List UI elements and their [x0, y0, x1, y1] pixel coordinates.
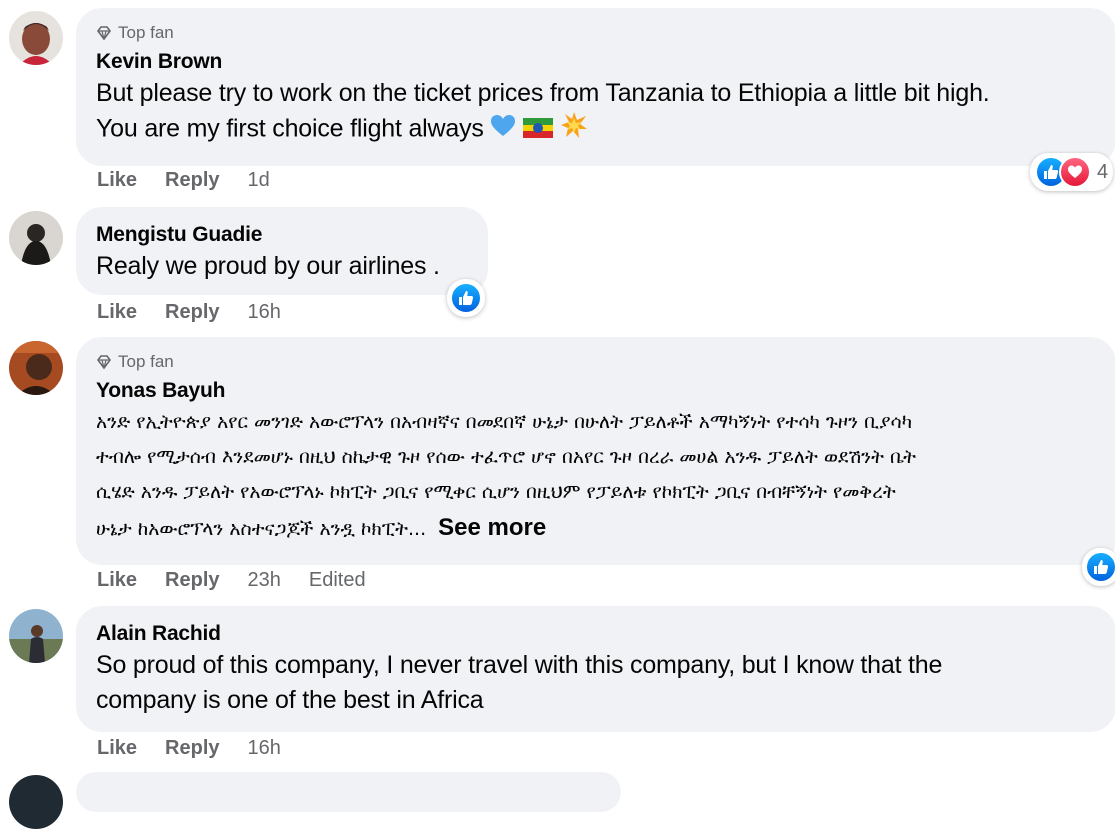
comment-line: ተብሎ የሚታሰብ እንደመሆኑ በዚህ ስኬታዊ ጉዞ የሰው ተፈጥሮ ሆኖ…: [96, 446, 916, 468]
gem-icon: [97, 26, 111, 41]
top-fan-badge: Top fan: [96, 22, 1096, 44]
see-more-link[interactable]: See more: [438, 514, 546, 541]
edited-label[interactable]: Edited: [309, 569, 366, 592]
comment-line-text: ሁኔታ ከአውሮፕላን አስተናጋጆች አንዷ ኮክፒት...: [96, 518, 427, 540]
avatar[interactable]: [9, 341, 63, 395]
reply-button[interactable]: Reply: [165, 569, 219, 592]
reaction-summary[interactable]: [1082, 548, 1115, 586]
comment-bubble: [76, 772, 621, 812]
like-button[interactable]: Like: [97, 301, 137, 324]
like-button[interactable]: Like: [97, 737, 137, 760]
comment-bubble: Alain Rachid So proud of this company, I…: [76, 606, 1115, 732]
ethiopia-flag-icon: [523, 113, 554, 148]
comment-line: ሲሄድ አንዱ ፓይለት የአውሮፕላኑ ኮክፒት ጋቢና የሚቀር ሲሆን በ…: [96, 481, 896, 503]
top-fan-badge: Top fan: [96, 351, 1096, 373]
like-button[interactable]: Like: [97, 169, 137, 192]
comment-text: But please try to work on the ticket pri…: [96, 76, 1096, 149]
gem-icon: [97, 355, 111, 370]
comment-bubble: Top fan Kevin Brown But please try to wo…: [76, 8, 1115, 166]
like-icon: [450, 282, 482, 314]
badge-label: Top fan: [118, 23, 174, 42]
comment-timestamp[interactable]: 23h: [248, 569, 281, 592]
comment-timestamp[interactable]: 16h: [248, 737, 281, 760]
comment-text: So proud of this company, I never travel…: [96, 648, 1096, 718]
reaction-summary[interactable]: 4: [1030, 153, 1114, 191]
avatar[interactable]: [9, 775, 63, 829]
comment-actions: Like Reply 23h Edited: [97, 569, 366, 592]
avatar[interactable]: [9, 211, 63, 265]
comment-timestamp[interactable]: 1d: [248, 169, 270, 192]
comment-actions: Like Reply 16h: [97, 737, 281, 760]
comment-actions: Like Reply 16h: [97, 301, 281, 324]
comment-author[interactable]: Yonas Bayuh: [96, 377, 1096, 405]
comment-line: ሁኔታ ከአውሮፕላን አስተናጋጆች አንዷ ኮክፒት... See more: [96, 510, 1096, 547]
comment-author[interactable]: Mengistu Guadie: [96, 221, 468, 249]
comment-line: company is one of the best in Africa: [96, 686, 484, 714]
comment-text: Realy we proud by our airlines .: [96, 249, 468, 284]
reply-button[interactable]: Reply: [165, 169, 219, 192]
blue-heart-icon: [490, 113, 516, 148]
comment-line: አንድ የኢትዮጵያ አየር መንገድ አውሮፕላን በአብዛኛና በመደበኛ …: [96, 411, 913, 433]
reaction-count: 4: [1097, 160, 1109, 183]
comment-timestamp[interactable]: 16h: [248, 301, 281, 324]
love-icon: [1059, 156, 1091, 188]
avatar[interactable]: [9, 609, 63, 663]
badge-label: Top fan: [118, 352, 174, 371]
comment-line: Realy we proud by our airlines .: [96, 252, 440, 280]
comment-line: So proud of this company, I never travel…: [96, 651, 943, 679]
comment-bubble: Top fan Yonas Bayuh አንድ የኢትዮጵያ አየር መንገድ …: [76, 337, 1115, 565]
avatar[interactable]: [9, 11, 63, 65]
comment-line: But please try to work on the ticket pri…: [96, 79, 990, 107]
like-icon: [1085, 551, 1115, 583]
reaction-summary[interactable]: [447, 279, 485, 317]
reply-button[interactable]: Reply: [165, 301, 219, 324]
comment-line: You are my first choice flight always: [96, 111, 1096, 149]
like-button[interactable]: Like: [97, 569, 137, 592]
collision-icon: [560, 111, 588, 149]
comment-author[interactable]: Alain Rachid: [96, 620, 1096, 648]
comment-text: አንድ የኢትዮጵያ አየር መንገድ አውሮፕላን በአብዛኛና በመደበኛ …: [96, 405, 1096, 547]
comment-author[interactable]: Kevin Brown: [96, 48, 1096, 76]
comment-bubble: Mengistu Guadie Realy we proud by our ai…: [76, 207, 488, 295]
reply-button[interactable]: Reply: [165, 737, 219, 760]
comment-line-text: You are my first choice flight always: [96, 114, 484, 143]
comment-actions: Like Reply 1d: [97, 169, 270, 192]
